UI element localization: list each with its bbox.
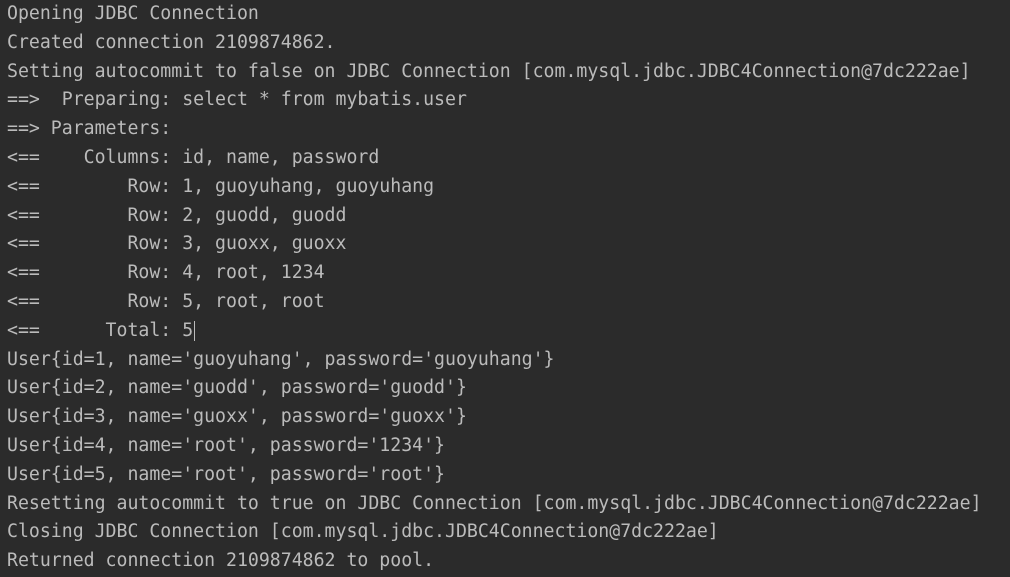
log-line-with-caret: <== Total: 5 (7, 317, 1010, 346)
console-output-panel[interactable]: Opening JDBC Connection Created connecti… (0, 0, 1010, 577)
log-line: Resetting autocommit to true on JDBC Con… (7, 492, 982, 514)
log-line: User{id=1, name='guoyuhang', password='g… (7, 348, 555, 370)
log-line: User{id=2, name='guodd', password='guodd… (7, 377, 467, 399)
log-line: User{id=3, name='guoxx', password='guoxx… (7, 406, 467, 428)
log-line: <== Row: 4, root, 1234 (7, 262, 325, 284)
log-line: Opening JDBC Connection (7, 3, 259, 24)
log-line: User{id=4, name='root', password='1234'} (7, 434, 445, 456)
log-line: ==> Parameters: (7, 118, 183, 140)
log-line: Created connection 2109874862. (7, 31, 336, 53)
log-line: <== Row: 2, guodd, guodd (7, 204, 347, 226)
log-line: <== Columns: id, name, password (7, 146, 380, 168)
log-line: <== Row: 1, guoyuhang, guoyuhang (7, 175, 435, 197)
log-line: User{id=5, name='root', password='root'} (7, 463, 445, 485)
log-line: <== Row: 3, guoxx, guoxx (7, 233, 347, 255)
log-line: Returned connection 2109874862 to pool. (7, 550, 435, 572)
log-line: ==> Preparing: select * from mybatis.use… (7, 89, 467, 111)
log-line: Closing JDBC Connection [com.mysql.jdbc.… (7, 521, 719, 543)
text-caret (194, 320, 196, 341)
console-log: Opening JDBC Connection Created connecti… (7, 0, 1010, 576)
log-line: Setting autocommit to false on JDBC Conn… (7, 60, 971, 82)
log-line: <== Row: 5, root, root (7, 290, 325, 312)
log-line-text: <== Total: 5 (7, 319, 194, 341)
